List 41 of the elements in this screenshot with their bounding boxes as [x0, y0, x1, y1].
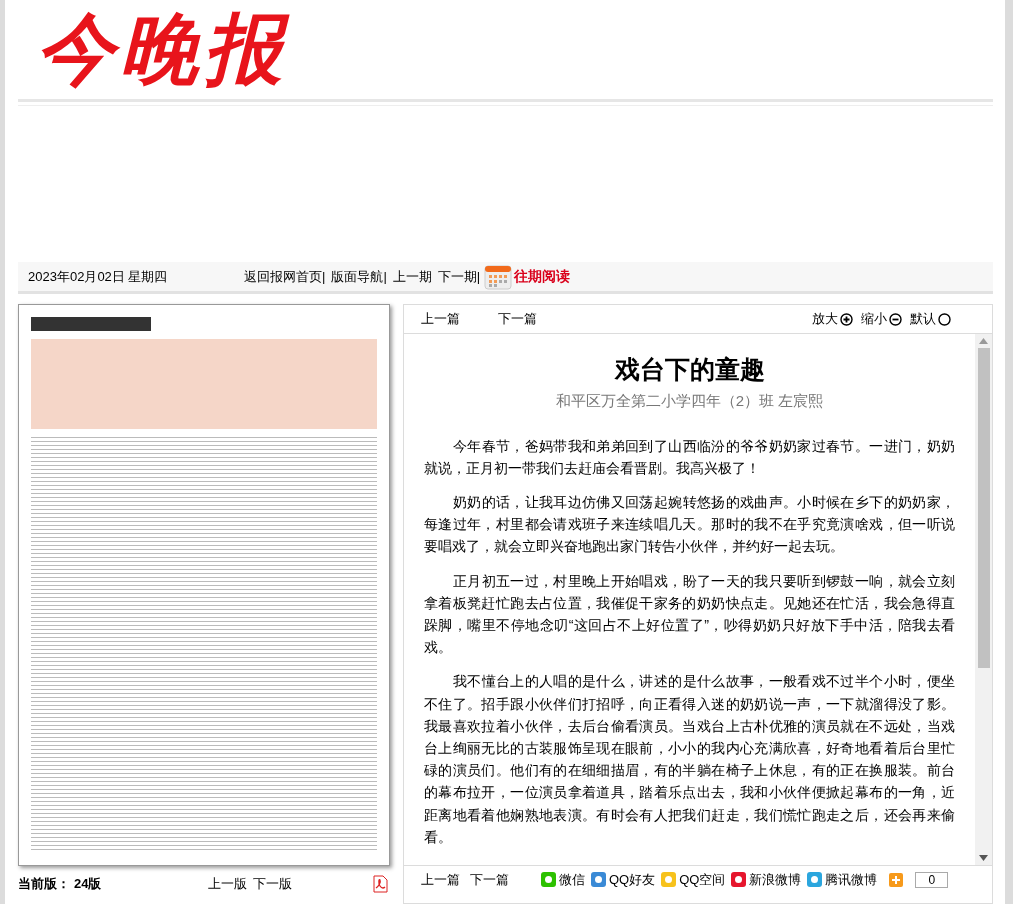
edition-link[interactable]: 上一版: [208, 874, 247, 894]
zoom-control[interactable]: 放大: [812, 309, 853, 329]
pdf-icon[interactable]: [372, 874, 388, 893]
issue-date: 2023年02月02日 星期四: [28, 267, 169, 286]
archive-link[interactable]: 往期阅读: [514, 266, 571, 288]
edition-label: 当前版：: [18, 875, 70, 893]
zoom-control[interactable]: 默认: [910, 309, 951, 329]
edition-link[interactable]: 下一版: [253, 874, 292, 894]
article-nav-link[interactable]: 下一篇: [498, 309, 537, 329]
share-link[interactable]: 腾讯微博: [807, 870, 878, 890]
article-nav-link[interactable]: 上一篇: [421, 309, 460, 329]
wechat-icon: [541, 872, 556, 888]
article-paragraph: 我不懂台上的人唱的是什么，讲述的是什么故事，一般看戏不过半个小时，便坐不住了。招手跟小伙伴们打招呼，向正看得入迷的奶奶说一声，一下就溜得没了影。我最喜欢拉着小伙伴，去后台偷看演员。当戏台上古朴优雅的演员就在不远处，当戏台上绚丽无比的古装服饰呈现在眼前，小小的我内心充满欣喜，好奇地看着后台里忙碌的演员们。他们有的在细细描眉，有的半躺在椅子上休息，有的正在换服装。前台的幕布拉开，一位演员拿着道具，踏着乐点出去，我和小伙伴便掀起幕布的一角，近距离地看着他娴熟地表演。有时会有人把我们赶走，我们慌忙跑走之后，还会再来偷看。: [424, 672, 955, 847]
plus-icon[interactable]: [889, 872, 904, 887]
share-link[interactable]: QQ好友: [591, 870, 656, 890]
article-nav-link[interactable]: 下一篇: [470, 870, 509, 890]
circle-icon: [938, 312, 951, 326]
article-title: 戏台下的童趣: [613, 354, 766, 385]
nav-link[interactable]: 版面导航|: [331, 266, 387, 287]
scrollbar[interactable]: [975, 334, 992, 865]
share-count: 0: [915, 871, 949, 888]
nav-link[interactable]: 下一期|: [437, 266, 481, 287]
edition-number: 24版: [74, 875, 103, 893]
logo: 今晚报: [36, 10, 288, 89]
article-nav-link[interactable]: 上一篇: [421, 870, 460, 890]
calendar-icon[interactable]: [484, 263, 513, 290]
share-link[interactable]: 微信: [541, 870, 585, 890]
share-link[interactable]: QQ空间: [661, 870, 726, 890]
article-paragraph: 奶奶的话，让我耳边仿佛又回荡起婉转悠扬的戏曲声。小时候在乡下的奶奶家，每逢过年，村里都会请戏班子来连续唱几天。那时的我不在乎究竟演啥戏，但一听说要唱戏了，就会立即兴奋地跑出家门转告小伙伴，并约好一起去玩。: [424, 492, 955, 557]
newspaper-page-image[interactable]: [18, 304, 390, 866]
zoom-out-icon: [889, 312, 902, 326]
scroll-up-icon[interactable]: [979, 338, 988, 344]
nav-link[interactable]: 上一期: [392, 266, 432, 287]
article-byline: 和平区万全第二小学四年（2）班 左宸熙: [554, 391, 825, 411]
scroll-down-icon[interactable]: [979, 855, 988, 861]
article-paragraph: 今年春节，爸妈带我和弟弟回到了山西临汾的爷爷奶奶家过春节。一进门，奶奶就说，正月初一带我们去赶庙会看晋剧。我高兴极了！: [424, 436, 955, 478]
zoom-in-icon: [840, 312, 853, 326]
share-link[interactable]: 新浪微博: [731, 870, 802, 890]
article-paragraph: 正月初五一过，村里晚上开始唱戏，盼了一天的我只要听到锣鼓一响，就会立刻拿着板凳赶忙跑去占位置，我催促干家务的奶奶快点走。见她还在忙活，我会急得直跺脚，嘴里不停地念叨“这回占不上好位置了”，吵得奶奶只好放下手中活，陪我去看戏。: [424, 571, 955, 658]
nav-link[interactable]: 返回报网首页|: [244, 266, 326, 287]
zoom-control[interactable]: 缩小: [861, 309, 902, 329]
